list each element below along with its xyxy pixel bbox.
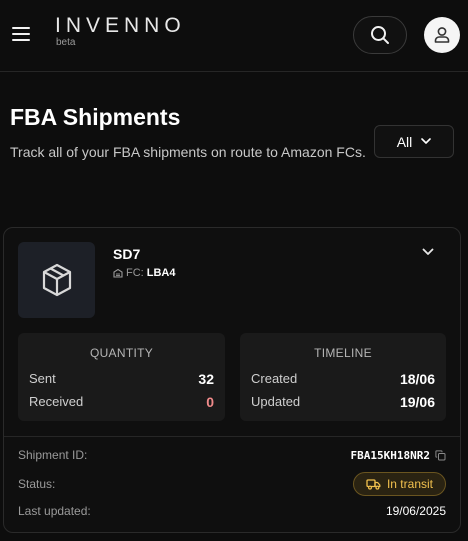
fulfillment-center: FC: LBA4 xyxy=(113,267,175,279)
sent-row: Sent 32 xyxy=(29,371,214,387)
page-title: FBA Shipments xyxy=(10,104,181,130)
logo-text: INVENNO xyxy=(55,14,186,37)
last-updated-value: 19/06/2025 xyxy=(385,504,446,518)
account-avatar-button[interactable] xyxy=(424,17,460,53)
timeline-panel: TIMELINE Created 18/06 Updated 19/06 xyxy=(240,333,446,421)
created-label: Created xyxy=(251,371,298,386)
status-badge: In transit xyxy=(352,472,446,496)
package-icon xyxy=(42,263,71,297)
fc-code: LBA4 xyxy=(146,267,176,279)
search-icon xyxy=(371,26,389,44)
status-value: In transit xyxy=(386,477,433,491)
status-row: Status: In transit xyxy=(18,472,446,496)
timeline-title: TIMELINE xyxy=(314,346,372,360)
truck-icon xyxy=(366,479,381,490)
shipment-name: SD7 xyxy=(113,246,141,262)
created-value: 18/06 xyxy=(399,371,435,387)
received-row: Received 0 xyxy=(29,394,214,410)
shipment-card: SD7 FC: LBA4 QUANTITY Sent 32 Received 0… xyxy=(3,227,461,533)
updated-row: Updated 19/06 xyxy=(251,394,435,410)
quantity-title: QUANTITY xyxy=(89,346,154,360)
shipment-id-row: Shipment ID: FBA15KH18NR2 xyxy=(18,448,446,462)
created-row: Created 18/06 xyxy=(251,371,435,387)
received-value: 0 xyxy=(206,394,214,410)
received-label: Received xyxy=(29,394,84,409)
shipment-id-value: FBA15KH18NR2 xyxy=(350,448,430,462)
top-bar: INVENNO beta xyxy=(0,0,468,72)
hamburger-menu-icon[interactable] xyxy=(12,27,30,41)
quantity-panel: QUANTITY Sent 32 Received 0 xyxy=(18,333,225,421)
shipment-thumbnail xyxy=(18,242,95,318)
shipment-id: FBA15KH18NR2 xyxy=(351,449,446,462)
sent-value: 32 xyxy=(198,371,214,387)
page-subtitle: Track all of your FBA shipments on route… xyxy=(10,144,366,160)
updated-value: 19/06 xyxy=(399,394,435,410)
updated-label: Updated xyxy=(251,394,301,409)
sent-label: Sent xyxy=(29,371,56,386)
search-button[interactable] xyxy=(353,16,407,54)
last-updated-row: Last updated: 19/06/2025 xyxy=(18,504,446,518)
app-logo[interactable]: INVENNO beta xyxy=(55,14,186,48)
warehouse-icon xyxy=(113,268,123,278)
status-filter-dropdown[interactable]: All xyxy=(374,125,454,158)
chevron-down-icon[interactable] xyxy=(422,248,434,256)
shipment-id-label: Shipment ID: xyxy=(18,448,88,462)
logo-beta-label: beta xyxy=(56,37,76,48)
filter-selected-value: All xyxy=(396,133,413,150)
fc-label: FC: xyxy=(126,267,144,279)
chevron-down-icon xyxy=(421,138,432,144)
copy-icon[interactable] xyxy=(435,449,446,461)
user-icon xyxy=(434,27,450,43)
last-updated-label: Last updated: xyxy=(18,504,91,518)
status-label: Status: xyxy=(18,477,56,491)
card-divider xyxy=(4,436,460,437)
